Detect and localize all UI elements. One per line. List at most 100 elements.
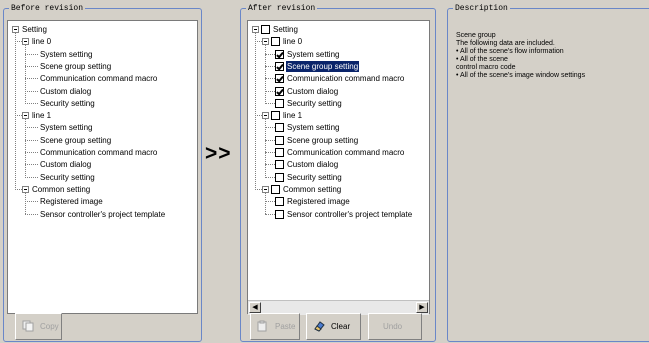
tree-guide-line [25,127,38,129]
tree-item-label: Communication command macro [287,148,405,157]
description-text: Scene group The following data are inclu… [456,32,585,80]
collapse-icon[interactable] [12,26,19,33]
checkbox[interactable] [271,111,280,121]
tree-guide-line [265,176,275,178]
collapse-icon[interactable] [262,112,269,120]
checkbox-checked[interactable] [275,61,284,71]
tree-item-label: line 1 [32,111,52,121]
checkbox[interactable] [271,184,280,194]
tree-item-label: Setting [273,25,298,34]
tree-guide-line [265,90,275,92]
after-revision-tree[interactable]: Setting line 0 System setting Scene group s… [247,20,430,314]
tree-guide-line [25,78,38,80]
tree-item-label: Setting [22,25,47,34]
tree-item-label: Sensor controller's project template [40,209,166,219]
tree-guide-line [25,152,38,153]
tree-guide-line [265,127,275,129]
checkbox[interactable] [275,135,284,145]
collapse-icon[interactable] [22,112,29,120]
transfer-arrow: >> [205,142,232,165]
tree-guide-line [25,176,38,178]
checkbox-checked[interactable] [275,49,284,59]
tree-guide-line [265,53,275,55]
undo-button[interactable]: Undo [368,313,422,340]
checkbox[interactable] [275,209,284,219]
tree-guide-line [15,115,22,117]
paste-icon [257,320,267,332]
checkbox[interactable] [261,25,270,34]
tree-guide-line [15,33,16,190]
tree-guide-line [265,201,275,203]
tree-item-label: System setting [287,49,340,59]
tree-guide-line [15,41,22,43]
tree-guide-line [25,213,38,215]
checkbox[interactable] [271,37,280,47]
before-revision-tree[interactable]: Setting line 0 System setting Scene group s… [7,20,198,314]
scroll-right-icon[interactable]: ▶ [416,302,428,313]
checkbox[interactable] [275,172,284,182]
tree-item-label: Scene group setting [40,135,112,145]
tree-item-label: Sensor controller's project template [287,209,413,219]
description-panel: Description Scene group The following da… [447,3,649,342]
checkbox[interactable] [275,98,284,108]
tree-guide-line [25,65,38,67]
collapse-icon[interactable] [262,38,269,46]
collapse-icon[interactable] [22,38,29,46]
tree-item-label: Security setting [40,172,95,182]
checkbox[interactable] [275,160,284,170]
undo-button-label: Undo [383,322,403,331]
tree-item-label: Scene group setting [40,61,112,71]
tree-item-label: Security setting [287,172,342,182]
tree-item-label: System setting [40,49,93,59]
checkbox-checked[interactable] [275,86,284,96]
before-revision-title: Before revision [9,3,86,14]
copy-button-label: Copy [40,322,59,331]
checkbox-checked[interactable] [275,74,284,84]
tree-item-label: Common setting [283,184,342,194]
tree-guide-line [265,78,275,80]
checkbox[interactable] [275,197,284,207]
copy-icon [22,320,34,332]
collapse-icon[interactable] [22,185,29,193]
description-line: • All of the scene's image window settin… [456,72,586,79]
description-line: The following data are included. [456,40,555,47]
tree-guide-line [255,33,256,190]
checkbox[interactable] [275,148,284,157]
clear-button-label: Clear [331,322,351,331]
tree-guide-line [25,201,38,203]
description-line: Scene group [456,32,496,39]
tree-guide-line [25,139,38,141]
after-revision-title: After revision [246,3,318,14]
clear-button[interactable]: Clear [306,313,361,340]
collapse-icon[interactable] [252,26,259,33]
checkbox[interactable] [275,123,284,133]
tree-item-label: Communication command macro [40,74,158,84]
scroll-left-icon[interactable]: ◀ [249,302,261,313]
tree-item-label: Custom dialog [40,160,92,170]
tree-guide-line [255,188,262,190]
tree-item-label: Common setting [32,184,91,194]
tree-item-label: Security setting [40,98,95,108]
eraser-icon [314,321,325,332]
tree-guide-line [25,164,38,166]
before-revision-panel: Before revision Setting line 0 System sett… [3,3,202,342]
tree-guide-line [25,90,38,92]
tree-guide-line [25,53,38,55]
tree-guide-line [265,213,275,215]
collapse-icon[interactable] [262,185,269,193]
paste-button[interactable]: Paste [250,313,300,340]
tree-item-label: Custom dialog [287,86,339,96]
tree-guide-line [265,139,275,141]
copy-button[interactable]: Copy [15,313,62,340]
tree-item-label: line 1 [283,111,303,121]
tree-guide-line [265,164,275,166]
tree-item-label: Custom dialog [287,160,339,170]
tree-guide-line [25,192,26,215]
tree-guide-line [265,65,275,67]
description-title: Description [453,3,510,14]
tree-item-label: System setting [40,123,93,133]
tree-guide-line [265,152,275,153]
tree-item-label: Scene group setting [286,60,360,72]
description-line: • All of the scene's flow information [456,48,564,55]
tree-item-label: Registered image [287,197,350,207]
